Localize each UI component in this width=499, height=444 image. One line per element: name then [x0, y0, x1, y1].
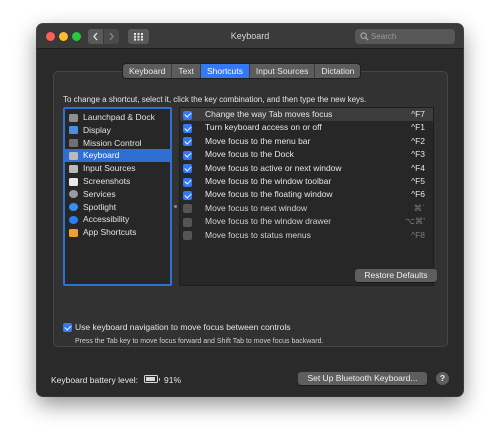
divider-handle-icon: [174, 205, 177, 208]
category-label: Services: [83, 188, 116, 199]
accessibility-icon: [69, 215, 78, 224]
title-bar: Keyboard: [37, 24, 463, 49]
restore-defaults-button[interactable]: Restore Defaults: [355, 269, 437, 282]
shortcut-label: Move focus to next window: [205, 202, 308, 213]
category-label: Input Sources: [83, 163, 136, 174]
shortcut-row[interactable]: Move focus to the window toolbar ^F5: [180, 175, 433, 188]
category-label: Display: [83, 124, 111, 135]
keyboard-navigation-hint: Press the Tab key to move focus forward …: [75, 338, 324, 345]
category-services[interactable]: Services: [65, 188, 170, 201]
shortcut-checkbox[interactable]: [183, 123, 192, 133]
shortcut-label: Change the way Tab moves focus: [205, 109, 333, 119]
shortcut-checkbox[interactable]: [183, 110, 192, 120]
shortcut-row[interactable]: Move focus to the window drawer ⌥⌘': [180, 215, 433, 228]
category-app-shortcuts[interactable]: App Shortcuts: [65, 226, 170, 239]
shortcut-key[interactable]: ^F7: [411, 108, 425, 121]
shortcut-checkbox[interactable]: [183, 150, 192, 160]
shortcut-row[interactable]: Move focus to status menus ^F8: [180, 229, 433, 242]
tab-text[interactable]: Text: [172, 64, 201, 78]
tab-shortcuts[interactable]: Shortcuts: [200, 64, 250, 78]
category-keyboard[interactable]: Keyboard: [65, 149, 170, 163]
tab-keyboard[interactable]: Keyboard: [123, 64, 173, 78]
category-label: Mission Control: [83, 137, 142, 148]
shortcut-row[interactable]: Turn keyboard access on or off ^F1: [180, 121, 433, 134]
category-label: Keyboard: [83, 150, 120, 161]
shortcut-label: Move focus to the menu bar: [205, 135, 311, 146]
split-view-divider[interactable]: [172, 107, 179, 286]
shortcut-label: Move focus to the Dock: [205, 149, 294, 160]
category-display[interactable]: Display: [65, 124, 170, 137]
category-mission-control[interactable]: Mission Control: [65, 137, 170, 150]
spotlight-icon: [69, 203, 78, 212]
battery-fill: [146, 377, 156, 381]
keyboard-navigation-label[interactable]: Use keyboard navigation to move focus be…: [75, 322, 290, 332]
battery-icon: [144, 375, 160, 383]
shortcut-row[interactable]: Change the way Tab moves focus ^F7: [180, 108, 433, 122]
mission-control-icon: [69, 139, 78, 148]
launchpad-dock-icon: [69, 113, 78, 122]
shortcut-key[interactable]: ^F4: [411, 162, 425, 175]
search-field[interactable]: [355, 29, 455, 44]
shortcut-label: Move focus to the floating window: [205, 189, 333, 200]
shortcut-label: Move focus to the window drawer: [205, 216, 332, 227]
category-accessibility[interactable]: Accessibility: [65, 213, 170, 226]
shortcut-list[interactable]: Change the way Tab moves focus ^F7 Turn …: [179, 107, 434, 286]
battery-terminal: [158, 378, 160, 381]
shortcut-key[interactable]: ^F2: [411, 135, 425, 148]
shortcut-row[interactable]: Move focus to the Dock ^F3: [180, 148, 433, 161]
category-label: Spotlight: [83, 201, 117, 212]
shortcut-row[interactable]: Move focus to the floating window ^F6: [180, 188, 433, 201]
category-label: App Shortcuts: [83, 227, 137, 238]
category-list[interactable]: Launchpad & Dock Display Mission Control…: [63, 107, 172, 286]
instructions-text: To change a shortcut, select it, click t…: [63, 95, 367, 104]
battery-level-value: 91%: [164, 375, 182, 385]
input-sources-icon: [69, 164, 78, 173]
keyboard-icon: [69, 151, 78, 160]
category-input-sources[interactable]: Input Sources: [65, 162, 170, 175]
shortcut-label: Move focus to active or next window: [205, 162, 342, 173]
shortcut-label: Move focus to status menus: [205, 229, 311, 240]
help-button[interactable]: ?: [436, 372, 449, 385]
shortcut-key[interactable]: ^F5: [411, 175, 425, 188]
shortcut-key[interactable]: ⌘`: [414, 202, 425, 215]
keyboard-navigation-checkbox[interactable]: [63, 323, 72, 332]
shortcut-row[interactable]: Move focus to active or next window ^F4: [180, 162, 433, 175]
shortcut-label: Move focus to the window toolbar: [205, 176, 332, 186]
shortcut-checkbox[interactable]: [183, 231, 192, 241]
shortcut-row[interactable]: Move focus to the menu bar ^F2: [180, 135, 433, 148]
battery-level-label: Keyboard battery level:: [51, 375, 138, 385]
category-label: Launchpad & Dock: [83, 112, 155, 122]
shortcut-checkbox[interactable]: [183, 177, 192, 187]
screenshots-icon: [69, 177, 78, 186]
tab-dictation[interactable]: Dictation: [315, 64, 360, 78]
shortcut-checkbox[interactable]: [183, 204, 192, 214]
shortcut-key[interactable]: ^F1: [411, 121, 425, 134]
display-icon: [69, 126, 78, 135]
shortcut-checkbox[interactable]: [183, 164, 192, 174]
search-input[interactable]: [371, 30, 451, 43]
app-shortcuts-icon: [69, 228, 78, 237]
shortcut-checkbox[interactable]: [183, 137, 192, 147]
category-launchpad-dock[interactable]: Launchpad & Dock: [65, 111, 170, 124]
shortcut-key[interactable]: ^F8: [411, 229, 425, 242]
keyboard-preferences-window: Keyboard Keyboard Text Shortcuts Input S…: [37, 24, 463, 396]
shortcut-label: Turn keyboard access on or off: [205, 122, 322, 133]
category-spotlight[interactable]: Spotlight: [65, 201, 170, 214]
shortcut-key[interactable]: ^F3: [411, 148, 425, 161]
category-label: Screenshots: [83, 176, 131, 186]
services-gear-icon: [69, 190, 78, 199]
category-screenshots[interactable]: Screenshots: [65, 175, 170, 188]
shortcut-key[interactable]: ⌥⌘': [405, 215, 425, 228]
category-label: Accessibility: [83, 214, 130, 225]
search-icon: [360, 32, 369, 41]
shortcut-key[interactable]: ^F6: [411, 188, 425, 201]
shortcut-row[interactable]: Move focus to next window ⌘`: [180, 202, 433, 215]
tab-bar: Keyboard Text Shortcuts Input Sources Di…: [123, 64, 361, 78]
tab-input-sources[interactable]: Input Sources: [250, 64, 316, 78]
shortcut-checkbox[interactable]: [183, 217, 192, 227]
setup-bluetooth-keyboard-button[interactable]: Set Up Bluetooth Keyboard...: [298, 372, 427, 385]
shortcut-checkbox[interactable]: [183, 190, 192, 200]
